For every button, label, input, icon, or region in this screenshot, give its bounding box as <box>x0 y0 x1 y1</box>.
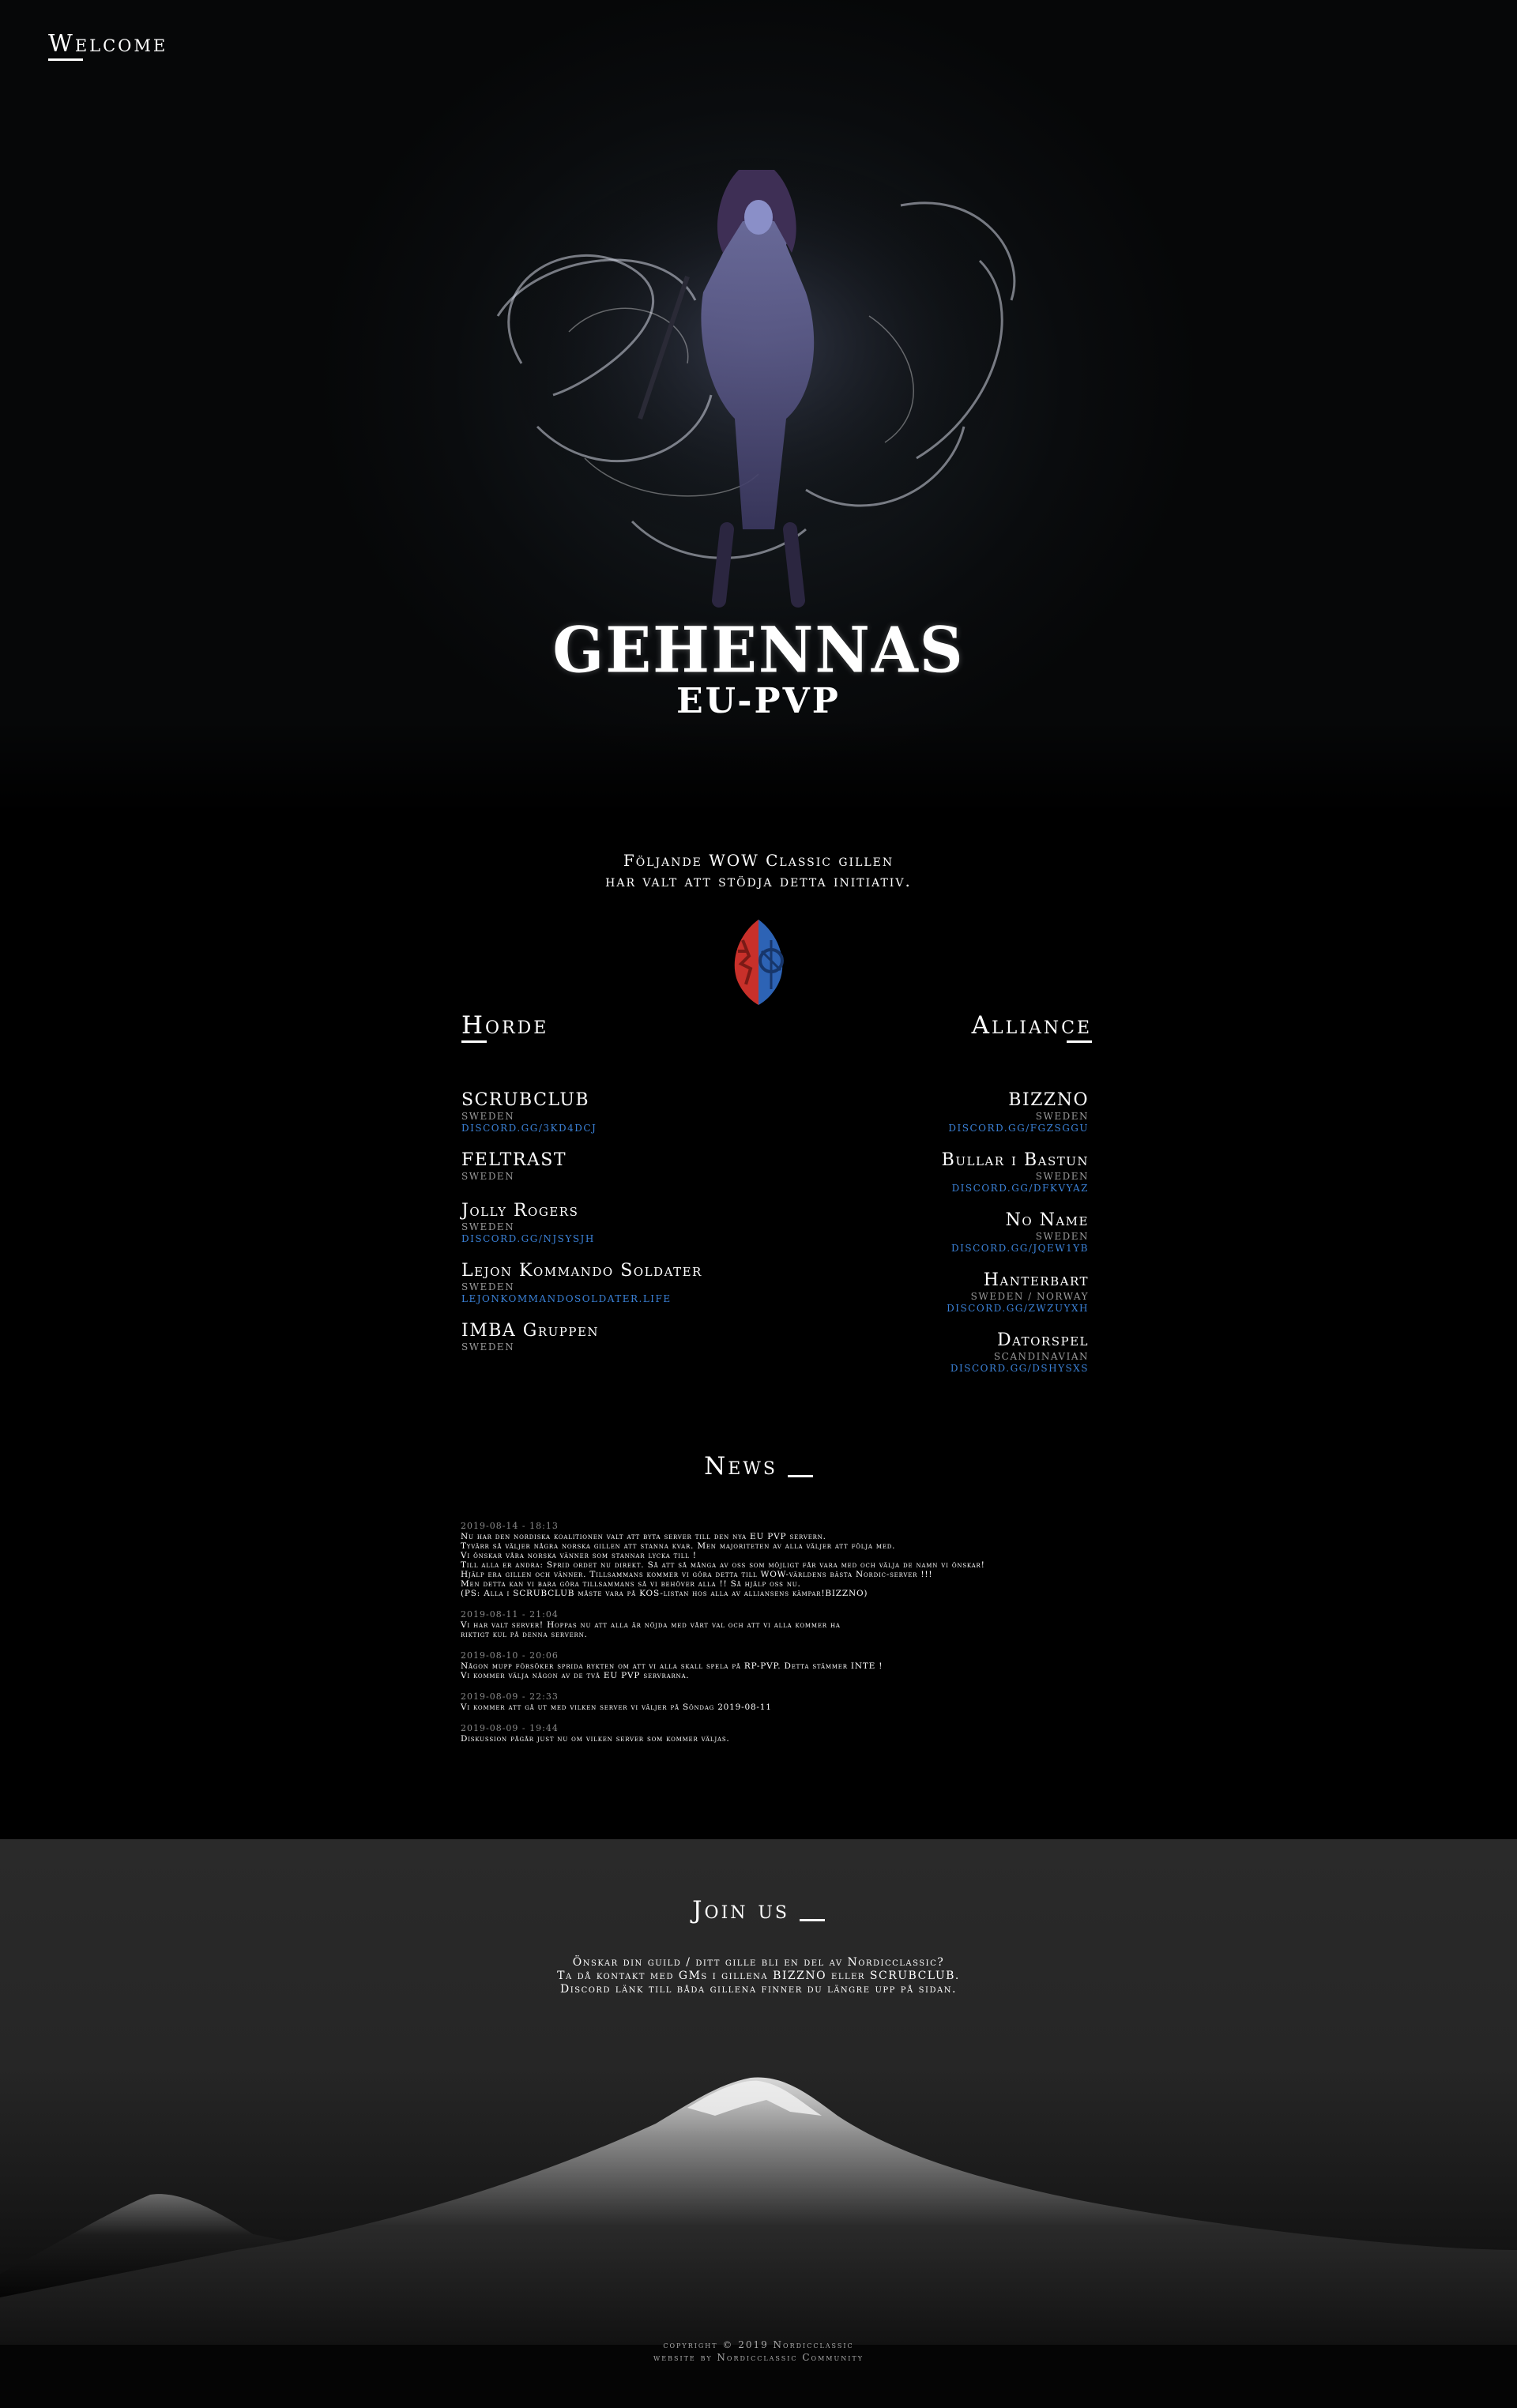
guild-entry: No Name SWEDEN DISCORD.GG/JQEW1YB <box>694 1210 1089 1270</box>
guild-name: No Name <box>1005 1210 1089 1230</box>
news-date: 2019-08-11 - 21:04 <box>461 1609 559 1620</box>
news-item: 2019-08-09 - 22:33 Vi kommer att gå ut m… <box>461 1691 1077 1712</box>
guild-country: SWEDEN <box>1035 1111 1089 1122</box>
news-text: Vi har valt server! Hoppas nu att alla ä… <box>461 1620 841 1639</box>
news-item: 2019-08-10 - 20:06 Någon mupp försöker s… <box>461 1650 1077 1680</box>
heading-underline <box>461 1040 487 1043</box>
alliance-heading: Alliance <box>971 1011 1092 1043</box>
join-section: Join us Önskar din guild / ditt gille bl… <box>0 1839 1517 2408</box>
intro-text: Följande WOW Classic gillen har valt att… <box>0 850 1517 891</box>
server-title: GEHENNAS <box>552 612 965 687</box>
guild-name: BIZZNO <box>1008 1090 1089 1110</box>
hero-section: Welcome GEHENNAS EU-PVP <box>0 0 1517 814</box>
guild-discord-link[interactable]: DISCORD.GG/ZWZUYXH <box>694 1303 1089 1315</box>
heading-underline <box>48 58 83 61</box>
server-subtitle: EU-PVP <box>676 681 841 721</box>
join-heading: Join us <box>0 1896 1517 1925</box>
guild-entry: BIZZNO SWEDEN DISCORD.GG/FGZSGGU <box>694 1090 1089 1150</box>
horde-heading: Horde <box>461 1011 549 1043</box>
guild-discord-link[interactable]: DISCORD.GG/JQEW1YB <box>694 1243 1089 1255</box>
news-item: 2019-08-14 - 18:13 Nu har den nordiska k… <box>461 1521 1077 1598</box>
horde-alliance-emblem-icon <box>734 920 784 1005</box>
alliance-guild-list: BIZZNO SWEDEN DISCORD.GG/FGZSGGU Bullar … <box>694 1090 1089 1390</box>
guild-entry: Bullar i Bastun SWEDEN DISCORD.GG/DFKVYA… <box>694 1150 1089 1210</box>
heading-underline <box>799 1919 825 1921</box>
heading-underline <box>1067 1040 1092 1043</box>
guild-country: SCANDINAVIAN <box>993 1351 1089 1362</box>
news-heading-label: News <box>704 1452 777 1481</box>
nav-welcome-link[interactable]: Welcome <box>48 30 168 61</box>
news-item: 2019-08-09 - 19:44 Diskussion pågår just… <box>461 1723 1077 1744</box>
guild-entry: Hanterbart SWEDEN / NORWAY DISCORD.GG/ZW… <box>694 1270 1089 1330</box>
news-text: Vi kommer att gå ut med vilken server vi… <box>461 1703 772 1712</box>
news-date: 2019-08-10 - 20:06 <box>461 1650 559 1661</box>
guild-discord-link[interactable]: DISCORD.GG/DFKVYAZ <box>694 1183 1089 1195</box>
news-text: Någon mupp försöker sprida rykten om att… <box>461 1661 883 1680</box>
guild-name: Bullar i Bastun <box>941 1150 1089 1170</box>
footer-credit: website by Nordicclassic Community <box>653 2352 864 2363</box>
news-list: 2019-08-14 - 18:13 Nu har den nordiska k… <box>461 1521 1077 1755</box>
news-date: 2019-08-14 - 18:13 <box>461 1521 559 1531</box>
guild-country: SWEDEN <box>1035 1171 1089 1182</box>
guild-country: SWEDEN <box>1035 1231 1089 1242</box>
news-heading: News <box>0 1452 1517 1481</box>
alliance-heading-label: Alliance <box>971 1011 1092 1040</box>
nav-welcome-label: Welcome <box>48 30 168 58</box>
hero-character-art <box>496 158 1019 608</box>
news-date: 2019-08-09 - 19:44 <box>461 1723 559 1733</box>
news-item: 2019-08-11 - 21:04 Vi har valt server! H… <box>461 1609 1077 1639</box>
news-date: 2019-08-09 - 22:33 <box>461 1691 559 1702</box>
join-text: Önskar din guild / ditt gille bli en del… <box>557 1956 960 1996</box>
guild-discord-link[interactable]: DISCORD.GG/FGZSGGU <box>694 1123 1089 1134</box>
heading-underline <box>787 1475 813 1477</box>
guild-name: Hanterbart <box>983 1270 1089 1290</box>
footer-copyright: copyright © 2019 Nordicclassic <box>663 2339 854 2350</box>
guild-entry: Datorspel SCANDINAVIAN DISCORD.GG/DSHYSX… <box>694 1330 1089 1390</box>
guild-country: SWEDEN / NORWAY <box>970 1291 1089 1302</box>
horde-heading-label: Horde <box>461 1011 549 1040</box>
footer: copyright © 2019 Nordicclassic website b… <box>0 2338 1517 2364</box>
news-text: Nu har den nordiska koalitionen valt att… <box>461 1532 985 1598</box>
join-heading-label: Join us <box>692 1896 789 1925</box>
guild-discord-link[interactable]: DISCORD.GG/DSHYSXS <box>694 1363 1089 1375</box>
intro-line-1: Följande WOW Classic gillen <box>623 851 894 870</box>
intro-line-2: har valt att stödja detta initiativ. <box>605 871 912 890</box>
guild-name: Datorspel <box>996 1330 1089 1350</box>
news-text: Diskussion pågår just nu om vilken serve… <box>461 1734 730 1744</box>
